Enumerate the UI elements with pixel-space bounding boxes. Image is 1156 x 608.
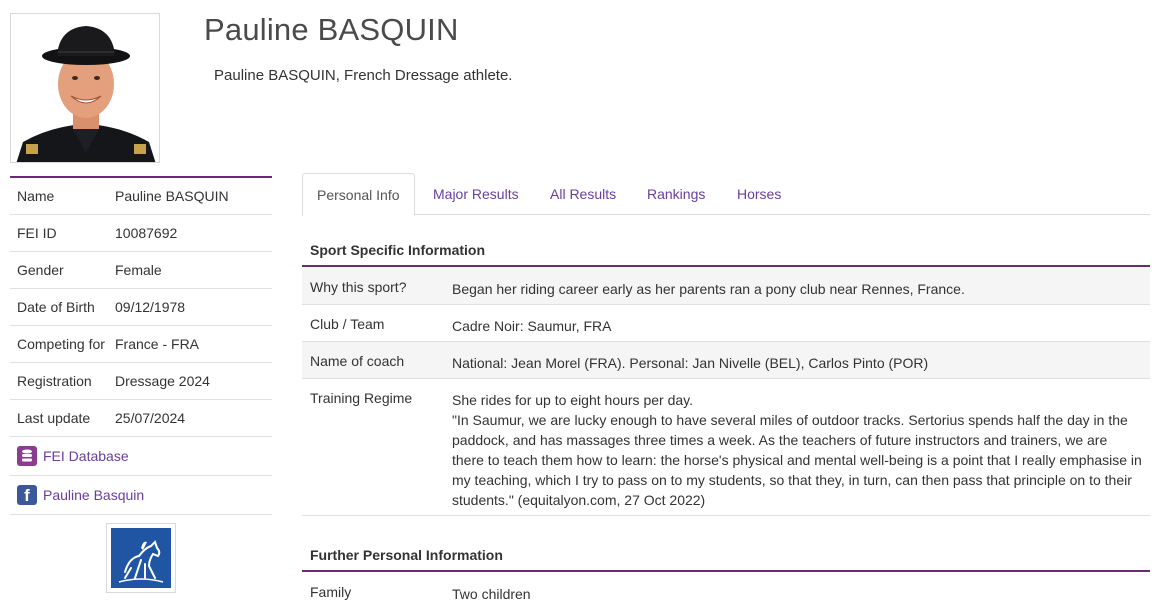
profile-row-date-of-birth: Date of Birth 09/12/1978 [10, 289, 272, 326]
athlete-photo [10, 13, 160, 163]
page-subtitle: Pauline BASQUIN, French Dressage athlete… [214, 67, 513, 84]
dressage-icon [111, 528, 171, 588]
athlete-portrait-image [11, 14, 159, 162]
info-row-club-team: Club / Team Cadre Noir: Saumur, FRA [302, 305, 1150, 342]
profile-summary-table: Name Pauline BASQUIN FEI ID 10087692 Gen… [10, 176, 272, 515]
tab-all-results[interactable]: All Results [550, 173, 616, 215]
info-value: Two children [452, 586, 531, 602]
training-regime-line-1: She rides for up to eight hours per day. [452, 392, 693, 408]
profile-label: Last update [17, 410, 91, 426]
info-label: Why this sport? [310, 279, 407, 295]
info-value: She rides for up to eight hours per day.… [452, 379, 1150, 515]
profile-value: 10087692 [115, 225, 178, 241]
info-row-family: Family Two children [302, 573, 1150, 608]
fei-database-label[interactable]: FEI Database [43, 448, 129, 464]
profile-label: Gender [17, 262, 64, 278]
profile-label: Competing for [17, 336, 105, 352]
info-label: Name of coach [310, 353, 405, 369]
database-icon [17, 446, 37, 466]
further-personal-heading: Further Personal Information [302, 536, 1150, 572]
info-value: Cadre Noir: Saumur, FRA [452, 318, 612, 334]
profile-value: Pauline BASQUIN [115, 188, 229, 204]
tab-personal-info[interactable]: Personal Info [302, 173, 415, 216]
info-row-why-this-sport: Why this sport? Began her riding career … [302, 268, 1150, 305]
facebook-icon: f [17, 485, 37, 505]
profile-label: FEI ID [17, 225, 57, 241]
profile-row-registration: Registration Dressage 2024 [10, 363, 272, 400]
profile-value: 25/07/2024 [115, 410, 186, 426]
fei-database-link[interactable]: FEI Database [10, 437, 272, 476]
info-value: National: Jean Morel (FRA). Personal: Ja… [452, 355, 929, 371]
profile-label: Registration [17, 373, 92, 389]
profile-row-gender: Gender Female [10, 252, 272, 289]
sport-specific-heading: Sport Specific Information [302, 231, 1150, 267]
info-value: Began her riding career early as her par… [452, 281, 965, 297]
tab-rankings[interactable]: Rankings [647, 173, 705, 215]
tab-major-results[interactable]: Major Results [433, 173, 519, 215]
profile-value: Female [115, 262, 162, 278]
profile-tabs: Personal Info Major Results All Results … [302, 173, 1150, 216]
profile-label: Date of Birth [17, 299, 95, 315]
info-row-training-regime: Training Regime She rides for up to eigh… [302, 379, 1150, 516]
profile-value: 09/12/1978 [115, 299, 186, 315]
profile-label: Name [17, 188, 55, 204]
info-row-name-of-coach: Name of coach National: Jean Morel (FRA)… [302, 342, 1150, 379]
facebook-link[interactable]: f Pauline Basquin [10, 476, 272, 515]
tab-horses[interactable]: Horses [737, 173, 781, 215]
page-title: Pauline BASQUIN [204, 12, 459, 47]
profile-value: France - FRA [115, 336, 200, 352]
dressage-discipline-logo [106, 523, 176, 593]
info-label: Training Regime [310, 390, 413, 406]
profile-row-competing-for: Competing for France - FRA [10, 326, 272, 363]
profile-row-last-update: Last update 25/07/2024 [10, 400, 272, 437]
profile-row-fei-id: FEI ID 10087692 [10, 215, 272, 252]
profile-row-name: Name Pauline BASQUIN [10, 178, 272, 215]
profile-value: Dressage 2024 [115, 373, 210, 389]
info-label: Family [310, 584, 352, 600]
training-regime-quote: "In Saumur, we are lucky enough to have … [452, 412, 1142, 508]
info-label: Club / Team [310, 316, 385, 332]
facebook-label[interactable]: Pauline Basquin [43, 487, 144, 503]
